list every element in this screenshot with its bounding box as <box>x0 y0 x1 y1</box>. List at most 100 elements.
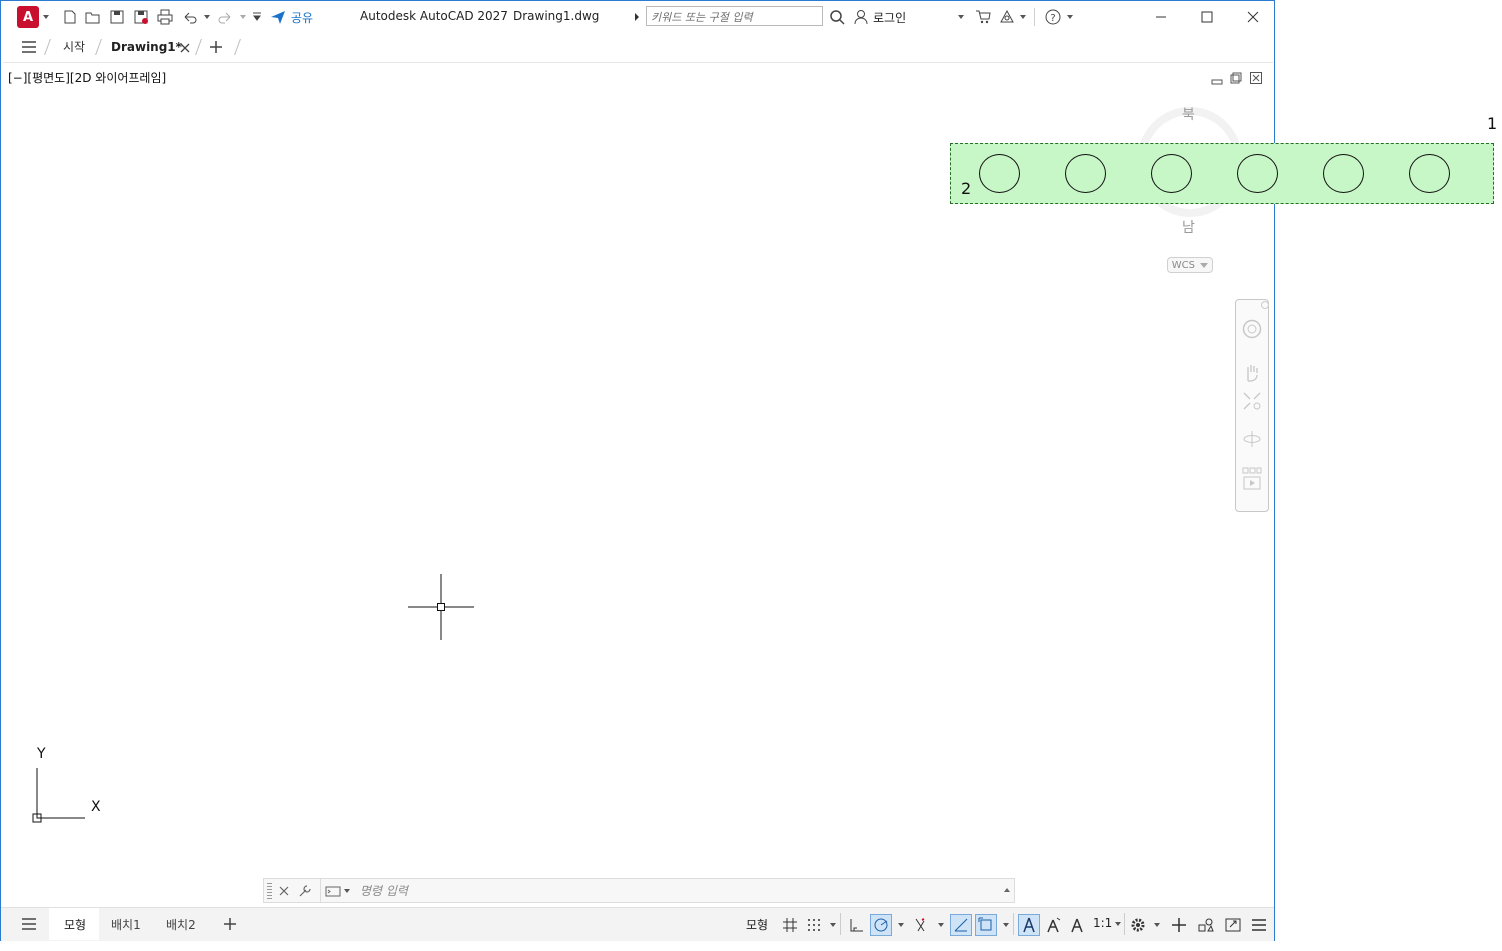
command-close-icon[interactable] <box>277 884 291 898</box>
showmotion-icon[interactable] <box>1241 466 1263 492</box>
add-layout-icon[interactable] <box>221 915 239 933</box>
annotation-scale-icon[interactable] <box>1067 915 1087 935</box>
model-space-button[interactable]: 모형 <box>746 916 768 933</box>
login-label[interactable]: 로그인 <box>873 9 906 26</box>
circle-shape <box>979 154 1020 193</box>
grid-icon[interactable] <box>780 915 800 935</box>
steering-wheel-icon[interactable] <box>1241 318 1263 340</box>
status-bar: 모형 배치1 배치2 모형 1:1 <box>1 907 1274 941</box>
search-icon[interactable] <box>828 8 846 26</box>
plus-icon[interactable] <box>1169 915 1189 935</box>
tab-start[interactable]: 시작 <box>63 33 85 61</box>
command-line[interactable]: 명령 입력 <box>263 878 1015 903</box>
minimize-button[interactable] <box>1149 7 1173 27</box>
ortho-icon[interactable] <box>846 915 866 935</box>
tab-drawing1[interactable]: Drawing1* <box>111 33 182 61</box>
circle-shape <box>1237 154 1278 193</box>
app-menu-button[interactable]: A <box>17 6 39 28</box>
help-dropdown[interactable] <box>1064 11 1072 23</box>
help-icon[interactable]: ? <box>1044 8 1062 26</box>
tab-separator <box>234 39 241 55</box>
customize-toolbar-icon[interactable] <box>251 9 263 23</box>
file-tabs-menu-icon[interactable] <box>19 38 39 56</box>
isodraft-icon[interactable] <box>910 915 930 935</box>
maximize-button[interactable] <box>1195 7 1219 27</box>
redo-icon[interactable] <box>216 8 234 26</box>
file-name: Drawing1.dwg <box>513 9 600 23</box>
cart-icon[interactable] <box>974 8 992 26</box>
annotation-scale-value[interactable]: 1:1 <box>1093 916 1121 930</box>
connect-icon[interactable] <box>998 8 1016 26</box>
polar-tracking-dropdown[interactable] <box>895 918 903 932</box>
viewport-restore-icon[interactable] <box>1229 71 1243 85</box>
snap-icon[interactable] <box>804 915 824 935</box>
undo-dropdown[interactable] <box>201 11 209 23</box>
clean-screen-icon[interactable] <box>1223 915 1243 935</box>
title-divider <box>1034 8 1035 26</box>
svg-text:?: ? <box>1050 13 1055 24</box>
ucs-y-label: Y <box>37 746 46 762</box>
polar-tracking-icon[interactable] <box>870 914 892 936</box>
navbar-close-icon[interactable] <box>1261 301 1269 309</box>
workspace-dropdown[interactable] <box>1151 918 1159 932</box>
tab-separator <box>44 39 51 55</box>
object-snap-icon[interactable] <box>975 914 997 936</box>
viewport-controls-label[interactable]: [−][평면도][2D 와이어프레임] <box>8 69 166 86</box>
circle-shape <box>1065 154 1106 193</box>
workspace-gear-icon[interactable] <box>1128 915 1148 935</box>
snap-dropdown[interactable] <box>827 918 835 932</box>
search-expand-icon[interactable] <box>633 10 641 24</box>
save-icon[interactable] <box>108 8 126 26</box>
zoom-extents-icon[interactable] <box>1241 390 1263 412</box>
app-menu-dropdown[interactable] <box>39 11 49 23</box>
layout-tab-layout2[interactable]: 배치2 <box>166 916 196 933</box>
layout-tab-layout1[interactable]: 배치1 <box>111 916 141 933</box>
open-file-icon[interactable] <box>84 8 102 26</box>
recent-commands-icon[interactable] <box>324 884 342 898</box>
redo-dropdown[interactable] <box>237 11 245 23</box>
command-customize-icon[interactable] <box>297 883 313 899</box>
tab-separator <box>195 39 202 55</box>
circle-shape <box>1151 154 1192 193</box>
connect-dropdown[interactable] <box>1017 11 1025 23</box>
compass-south-label[interactable]: 남 <box>1182 217 1195 237</box>
share-label[interactable]: 공유 <box>291 9 313 26</box>
wcs-dropdown[interactable]: WCS <box>1167 257 1213 273</box>
annotation-overlay-box: 2 <box>950 143 1494 204</box>
share-icon[interactable] <box>269 8 287 26</box>
auto-scale-icon[interactable] <box>1043 915 1063 935</box>
undo-icon[interactable] <box>181 8 199 26</box>
isolate-objects-icon[interactable] <box>1196 915 1216 935</box>
command-divider <box>320 879 321 902</box>
object-snap-dropdown[interactable] <box>1000 918 1008 932</box>
tab-separator <box>95 39 102 55</box>
app-title: Autodesk AutoCAD 2027 <box>360 9 508 23</box>
new-file-icon[interactable] <box>61 8 79 26</box>
layout-tab-model[interactable]: 모형 <box>64 916 86 933</box>
object-snap-tracking-icon[interactable] <box>950 914 972 936</box>
compass-north-label[interactable]: 북 <box>1182 104 1195 124</box>
search-input[interactable]: 키워드 또는 구절 입력 <box>646 6 823 26</box>
isodraft-dropdown[interactable] <box>935 918 943 932</box>
viewport-close-icon[interactable] <box>1249 71 1263 85</box>
overlay-outer-label: 1 <box>1487 114 1498 133</box>
new-tab-icon[interactable] <box>207 38 225 56</box>
pan-icon[interactable] <box>1241 362 1263 384</box>
viewport-minimize-icon[interactable] <box>1210 72 1224 86</box>
save-as-icon[interactable] <box>132 8 150 26</box>
recent-commands-dropdown[interactable] <box>341 885 349 897</box>
ucs-x-label: X <box>91 799 101 815</box>
print-icon[interactable] <box>156 8 174 26</box>
customization-menu-icon[interactable] <box>1249 915 1269 935</box>
autocad-window: A 공유 Autodesk AutoCAD 2027 Drawing1.dwg … <box>0 0 1275 941</box>
orbit-icon[interactable] <box>1241 428 1263 450</box>
command-line-grip[interactable] <box>267 883 272 899</box>
close-tab-icon[interactable] <box>178 41 192 55</box>
user-icon[interactable] <box>852 8 870 26</box>
annotation-visibility-icon[interactable] <box>1018 914 1040 936</box>
command-history-expand-icon[interactable] <box>1002 885 1012 895</box>
login-dropdown[interactable] <box>955 11 963 23</box>
close-button[interactable] <box>1241 7 1265 27</box>
circle-shape <box>1409 154 1450 193</box>
layout-tabs-menu-icon[interactable] <box>19 914 39 934</box>
